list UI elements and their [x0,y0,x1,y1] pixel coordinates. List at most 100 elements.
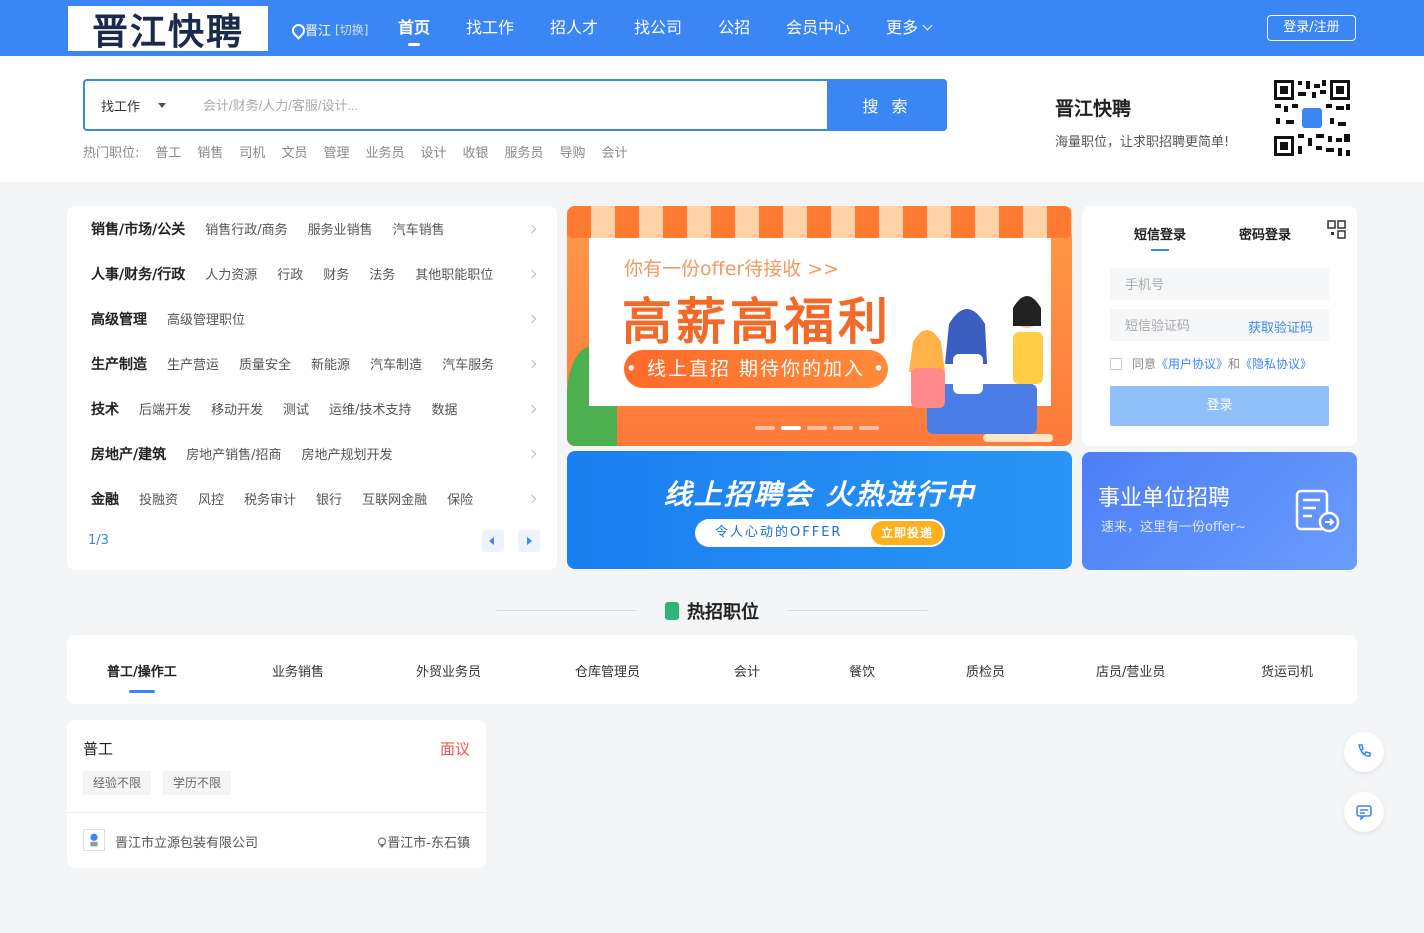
promo-banner-high-salary[interactable]: 你有一份offer待接收 >> 高薪高福利 • 线上直招 期待你的加入 • [567,206,1072,446]
category-row[interactable]: 高级管理 高级管理职位 [91,296,539,341]
category-sub[interactable]: 税务审计 [244,489,296,508]
promo-banner-public-institution[interactable]: 事业单位招聘 速来，这里有一份offer~ [1082,452,1357,570]
category-sub[interactable]: 运维/技术支持 [329,399,411,418]
nav-home[interactable]: 首页 [380,0,448,56]
category-row[interactable]: 人事/财务/行政 人力资源 行政 财务 法务 其他职能职位 [91,251,539,296]
category-sub[interactable]: 汽车制造 [370,354,422,373]
message-button[interactable] [1344,792,1384,832]
qr-login-icon[interactable] [1322,219,1348,245]
hot-job-link[interactable]: 司机 [239,142,265,161]
hot-job-link[interactable]: 管理 [323,142,349,161]
hot-job-link[interactable]: 销售 [197,142,223,161]
category-sub[interactable]: 行政 [277,264,303,283]
apply-now-button[interactable]: 立即投递 [870,521,943,545]
category-sub[interactable]: 汽车服务 [442,354,494,373]
hot-job-link[interactable]: 导购 [560,142,586,161]
site-logo[interactable]: 晋江快聘 [68,6,268,53]
phone-contact-button[interactable] [1344,732,1384,772]
get-code-button[interactable]: 获取验证码 [1248,317,1313,336]
category-sub[interactable]: 销售行政/商务 [205,219,287,238]
category-sub[interactable]: 保险 [447,489,473,508]
hot-tab[interactable]: 外贸业务员 [416,661,481,680]
category-sub[interactable]: 生产营运 [167,354,219,373]
tab-password-login[interactable]: 密码登录 [1239,224,1291,243]
next-page-button[interactable] [518,530,540,552]
category-row[interactable]: 生产制造 生产营运 质量安全 新能源 汽车制造 汽车服务 [91,341,539,386]
carousel-dot[interactable] [859,426,879,430]
job-card[interactable]: 普工 面议 经验不限 学历不限 晋江市立源包装有限公司 晋江市-东石镇 [67,720,486,868]
category-main[interactable]: 房地产/建筑 [91,444,166,464]
category-sub[interactable]: 汽车销售 [393,219,445,238]
hot-job-link[interactable]: 设计 [420,142,446,161]
company-name[interactable]: 晋江市立源包装有限公司 [115,832,258,851]
hot-job-link[interactable]: 会计 [602,142,628,161]
job-title[interactable]: 普工 [83,738,113,759]
login-register-button[interactable]: 登录/注册 [1267,15,1356,41]
category-sub[interactable]: 房地产规划开发 [302,444,393,463]
hot-job-link[interactable]: 普工 [155,142,181,161]
carousel-dot-active[interactable] [781,426,801,430]
carousel-dot[interactable] [833,426,853,430]
hot-tab[interactable]: 店员/营业员 [1096,661,1165,680]
agree-checkbox[interactable] [1110,357,1122,370]
category-sub[interactable]: 互联网金融 [362,489,427,508]
category-main[interactable]: 人事/财务/行政 [91,264,185,284]
hot-job-link[interactable]: 文员 [281,142,307,161]
location-switch[interactable]: [切换] [335,21,368,38]
search-button[interactable]: 搜 索 [827,79,947,131]
category-main[interactable]: 技术 [91,399,119,419]
hot-job-link[interactable]: 收银 [463,142,489,161]
category-sub[interactable]: 风控 [198,489,224,508]
category-sub[interactable]: 房地产销售/招商 [186,444,281,463]
nav-recruit[interactable]: 招人才 [532,0,616,56]
hot-tab[interactable]: 会计 [734,661,760,680]
category-sub[interactable]: 银行 [316,489,342,508]
search-type-select[interactable]: 找工作 [85,81,195,129]
category-row[interactable]: 技术 后端开发 移动开发 测试 运维/技术支持 数据 [91,386,539,431]
category-row[interactable]: 房地产/建筑 房地产销售/招商 房地产规划开发 [91,431,539,476]
login-submit-button[interactable]: 登录 [1110,386,1329,426]
carousel-dot[interactable] [807,426,827,430]
category-sub[interactable]: 财务 [323,264,349,283]
category-sub[interactable]: 投融资 [139,489,178,508]
hot-job-link[interactable]: 服务员 [505,142,544,161]
category-row[interactable]: 金融 投融资 风控 税务审计 银行 互联网金融 保险 [91,476,539,521]
promo-banner-job-fair[interactable]: 线上招聘会 火热进行中 令人心动的OFFER 立即投递 [567,451,1072,569]
location-selector[interactable]: 晋江 [切换] [292,20,368,39]
category-main[interactable]: 高级管理 [91,309,147,329]
carousel-dot[interactable] [755,426,775,430]
nav-member-center[interactable]: 会员中心 [768,0,868,56]
category-sub[interactable]: 测试 [283,399,309,418]
category-sub[interactable]: 人力资源 [205,264,257,283]
nav-public-recruit[interactable]: 公招 [700,0,768,56]
category-main[interactable]: 销售/市场/公关 [91,219,185,239]
category-main[interactable]: 生产制造 [91,354,147,374]
hot-tab[interactable]: 货运司机 [1261,661,1313,680]
phone-input[interactable] [1110,268,1329,300]
category-sub[interactable]: 后端开发 [139,399,191,418]
nav-more[interactable]: 更多 [868,0,949,56]
hot-tab[interactable]: 业务销售 [272,661,324,680]
privacy-link[interactable]: 《隐私协议》 [1240,355,1312,372]
user-agreement-link[interactable]: 《用户协议》 [1156,355,1228,372]
category-sub[interactable]: 移动开发 [211,399,263,418]
category-main[interactable]: 金融 [91,489,119,509]
category-sub[interactable]: 高级管理职位 [167,309,245,328]
hot-tab[interactable]: 质检员 [966,661,1005,680]
tab-sms-login[interactable]: 短信登录 [1134,224,1186,243]
hot-tab[interactable]: 餐饮 [849,661,875,680]
category-sub[interactable]: 服务业销售 [308,219,373,238]
hot-tab[interactable]: 仓库管理员 [575,661,640,680]
hot-tab[interactable]: 普工/操作工 [107,661,177,680]
search-input[interactable] [195,81,827,129]
nav-find-job[interactable]: 找工作 [448,0,532,56]
nav-companies[interactable]: 找公司 [616,0,700,56]
category-sub[interactable]: 法务 [369,264,395,283]
category-sub[interactable]: 新能源 [311,354,350,373]
category-sub[interactable]: 质量安全 [239,354,291,373]
category-sub[interactable]: 其他职能职位 [415,264,493,283]
category-sub[interactable]: 数据 [431,399,457,418]
prev-page-button[interactable] [482,530,504,552]
category-row[interactable]: 销售/市场/公关 销售行政/商务 服务业销售 汽车销售 [91,206,539,251]
hot-job-link[interactable]: 业务员 [365,142,404,161]
